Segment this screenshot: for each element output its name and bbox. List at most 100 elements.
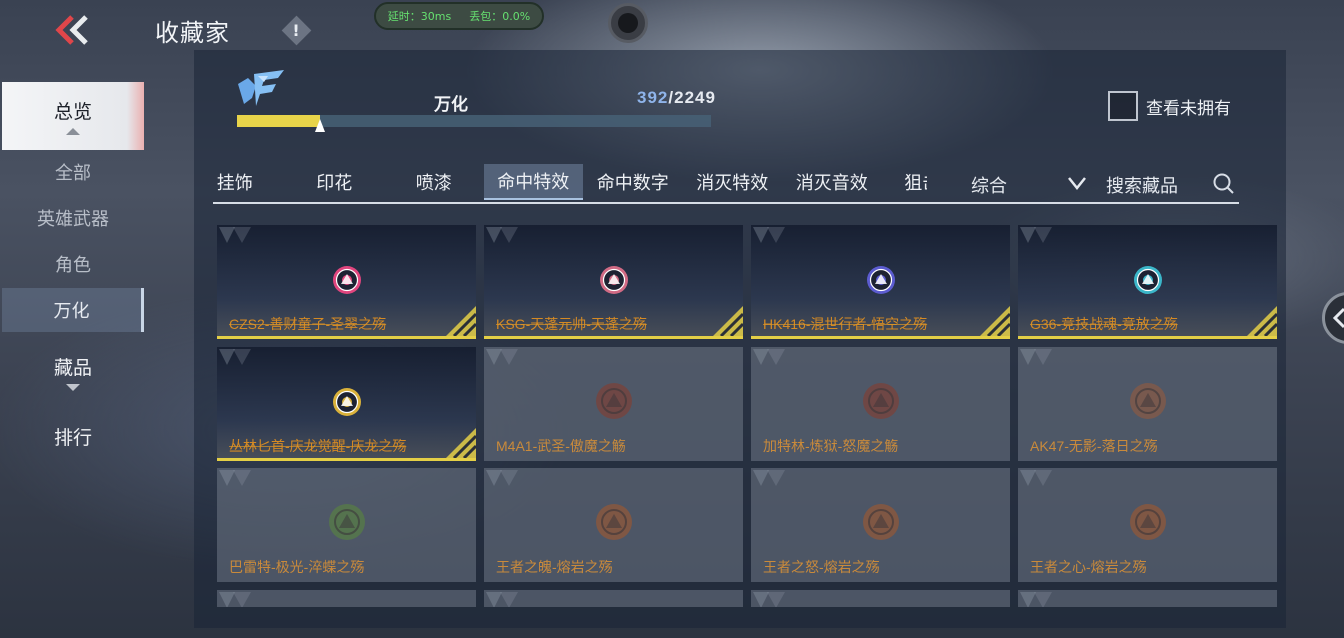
network-status: 延时：30ms 丢包：0.0% (374, 2, 544, 30)
collection-item[interactable]: 王者之心-熔岩之殇 (1018, 468, 1277, 582)
rarity-triangle-icon (486, 349, 518, 365)
effect-emblem-icon (599, 265, 629, 295)
progress-bar (237, 115, 711, 127)
effect-emblem-icon (861, 381, 901, 421)
item-name: 王者之魄-熔岩之殇 (496, 559, 613, 575)
rarity-triangle-icon (219, 349, 251, 365)
tabs-divider (213, 202, 1239, 204)
unowned-filter[interactable]: 查看未拥有 (1108, 91, 1231, 121)
collection-item[interactable]: 王者之魄-熔岩之殇 (484, 468, 743, 582)
collapse-icon (66, 128, 80, 135)
effect-emblem-icon (866, 265, 896, 295)
tab-1[interactable]: 印花 (285, 164, 385, 200)
page-title: 收藏家 (155, 19, 230, 47)
effect-emblem-icon (327, 502, 367, 542)
rarity-triangle-icon (219, 592, 251, 607)
collection-item[interactable]: HK416-混世行者-悟空之殇 (751, 225, 1010, 339)
effect-emblem-icon (332, 265, 362, 295)
collection-item[interactable] (1018, 590, 1277, 607)
rarity-triangle-icon (486, 470, 518, 486)
info-icon[interactable]: ! (281, 15, 311, 45)
tab-5[interactable]: 消灭特效 (683, 164, 783, 200)
unowned-checkbox[interactable] (1108, 91, 1138, 121)
unowned-label: 查看未拥有 (1146, 98, 1231, 119)
collection-item[interactable] (484, 590, 743, 607)
rarity-triangle-icon (486, 592, 518, 607)
nav-ranking[interactable]: 排行 (2, 402, 144, 470)
effect-emblem-icon (594, 502, 634, 542)
owned-corner-stripe-icon (1247, 306, 1277, 336)
double-chevron-left-icon (55, 15, 88, 45)
effect-emblem-icon (1133, 265, 1163, 295)
item-name: 王者之心-熔岩之殇 (1030, 559, 1147, 575)
item-name: 丛林匕首-庆龙觉醒-庆龙之殇 (229, 438, 407, 454)
rarity-triangle-icon (1020, 227, 1052, 243)
side-drawer-handle[interactable] (1322, 292, 1344, 344)
collection-item[interactable]: 丛林匕首-庆龙觉醒-庆龙之殇 (217, 347, 476, 461)
effect-emblem-icon (1128, 502, 1168, 542)
item-name: HK416-混世行者-悟空之殇 (763, 316, 928, 332)
rarity-triangle-icon (753, 349, 785, 365)
effect-emblem-icon (861, 502, 901, 542)
owned-corner-stripe-icon (713, 306, 743, 336)
tab-6[interactable]: 消灭音效 (782, 164, 882, 200)
collection-item[interactable] (217, 590, 476, 607)
progress-marker (314, 119, 325, 132)
progress-label: 万化 (434, 95, 468, 115)
collection-item[interactable]: 王者之怒-熔岩之殇 (751, 468, 1010, 582)
owned-underline (751, 336, 1010, 339)
owned-corner-stripe-icon (980, 306, 1010, 336)
search-input[interactable]: 搜索藏品 (1106, 172, 1178, 198)
tab-4[interactable]: 命中数字 (583, 164, 683, 200)
rarity-triangle-icon (219, 227, 251, 243)
rarity-triangle-icon (753, 227, 785, 243)
owned-underline (217, 336, 476, 339)
search-icon[interactable] (1212, 172, 1236, 196)
collection-item[interactable]: 加特林-炼狱-怒魔之觞 (751, 347, 1010, 461)
effect-emblem-icon (1128, 381, 1168, 421)
nav-sub-characters[interactable]: 角色 (2, 242, 144, 286)
collection-item[interactable]: 巴雷特-极光-淬蝶之殇 (217, 468, 476, 582)
expand-icon (66, 384, 80, 391)
latency-label: 延时：30ms (387, 10, 452, 23)
tab-0[interactable]: 挂饰 (213, 164, 285, 200)
collection-item[interactable]: KSG-天蓬元帅-天蓬之殇 (484, 225, 743, 339)
collection-item[interactable] (751, 590, 1010, 607)
chevron-left-icon (1332, 307, 1344, 329)
nav-overview[interactable]: 总览 (2, 82, 144, 150)
nav-sub-hero-weapons[interactable]: 英雄武器 (2, 196, 144, 240)
item-name: 巴雷特-极光-淬蝶之殇 (229, 559, 365, 575)
collection-item[interactable]: M4A1-武圣-傲魔之觞 (484, 347, 743, 461)
rarity-triangle-icon (1020, 470, 1052, 486)
tab-2[interactable]: 喷漆 (384, 164, 484, 200)
owned-underline (1018, 336, 1277, 339)
item-name: AK47-无影-落日之殇 (1030, 438, 1158, 454)
packet-loss-label: 丢包：0.0% (469, 10, 531, 23)
back-button[interactable] (50, 12, 94, 48)
nav-collection[interactable]: 藏品 (2, 338, 144, 406)
nav-sub-all[interactable]: 全部 (2, 150, 144, 194)
tab-7[interactable]: 狙击枪 (882, 164, 927, 200)
category-tabs: 挂饰印花喷漆命中特效命中数字消灭特效消灭音效狙击枪 (213, 164, 927, 200)
effect-emblem-icon (594, 381, 634, 421)
effect-emblem-icon (332, 387, 362, 417)
sort-dropdown[interactable]: 综合 (971, 172, 1007, 198)
progress-count: 392/2249 (637, 88, 716, 107)
chevron-down-icon[interactable] (1067, 174, 1087, 192)
item-name: 王者之怒-熔岩之殇 (763, 559, 880, 575)
owned-corner-stripe-icon (446, 306, 476, 336)
tab-3[interactable]: 命中特效 (483, 164, 583, 200)
collection-item[interactable]: AK47-无影-落日之殇 (1018, 347, 1277, 461)
item-name: M4A1-武圣-傲魔之觞 (496, 438, 626, 454)
collection-item[interactable]: G36-竞技战魂-竞放之殇 (1018, 225, 1277, 339)
rarity-triangle-icon (753, 592, 785, 607)
rarity-triangle-icon (1020, 349, 1052, 365)
rarity-triangle-icon (1020, 592, 1052, 607)
record-button[interactable] (608, 3, 648, 43)
item-name: 加特林-炼狱-怒魔之觞 (763, 438, 899, 454)
collection-item[interactable]: CZS2-善财童子-圣翠之殇 (217, 225, 476, 339)
rarity-triangle-icon (486, 227, 518, 243)
nav-sub-wanhua[interactable]: 万化 (2, 288, 144, 332)
owned-corner-stripe-icon (446, 428, 476, 458)
owned-underline (484, 336, 743, 339)
